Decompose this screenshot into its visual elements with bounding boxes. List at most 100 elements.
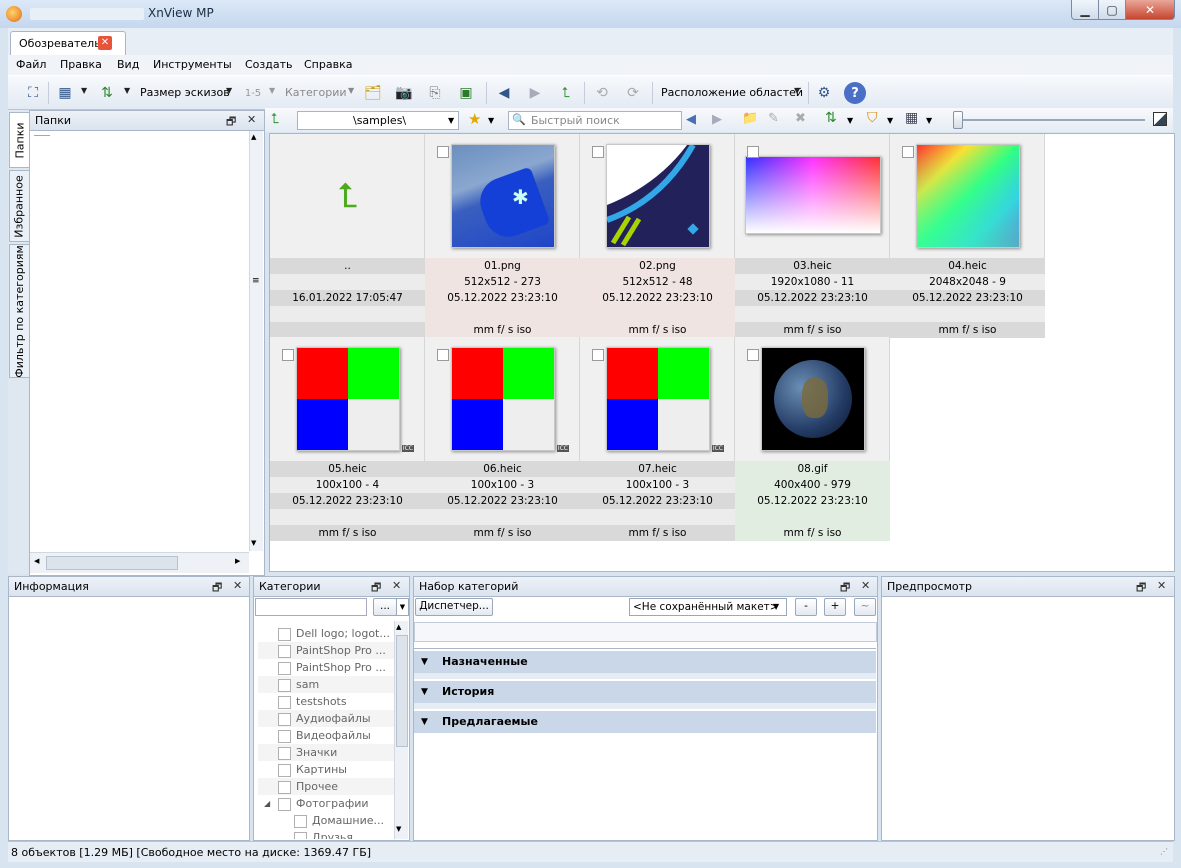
- category-sub-item[interactable]: Домашние...: [274, 812, 409, 829]
- thumbnail-cell[interactable]: 02.png 512x512 - 48 05.12.2022 23:23:10 mm …: [580, 134, 735, 338]
- chevron-down-icon[interactable]: ▼: [269, 86, 275, 95]
- category-checkbox[interactable]: [294, 832, 307, 839]
- section-assigned[interactable]: ▼ Назначенные: [414, 650, 876, 673]
- plus-button[interactable]: +: [824, 598, 846, 616]
- category-item[interactable]: Dell logo; logot...: [258, 625, 408, 642]
- star-icon[interactable]: ★: [468, 110, 481, 128]
- tab-category-filter[interactable]: Фильтр по категориям: [9, 244, 30, 378]
- view-mode-icon[interactable]: ▦: [54, 82, 76, 104]
- float-icon[interactable]: 🗗: [371, 579, 381, 598]
- restore-layout-icon[interactable]: [1153, 112, 1167, 126]
- close-icon[interactable]: ✕: [1157, 579, 1166, 592]
- thumbnail-cell[interactable]: 04.heic 2048x2048 - 9 05.12.2022 23:23:10 m…: [890, 134, 1045, 338]
- forward-icon[interactable]: ▶: [712, 112, 722, 127]
- edit-icon[interactable]: ✎: [768, 111, 779, 126]
- scroll-grip-icon[interactable]: ≡: [252, 276, 260, 286]
- float-icon[interactable]: 🗗: [226, 113, 236, 132]
- delete-icon[interactable]: ✖: [795, 111, 806, 126]
- close-icon[interactable]: ✕: [861, 579, 870, 592]
- camera-icon[interactable]: 📷: [393, 82, 415, 104]
- arrow-left-icon[interactable]: ◀: [493, 82, 515, 104]
- select-checkbox[interactable]: [747, 349, 759, 361]
- menu-tools[interactable]: Инструменты: [153, 58, 232, 71]
- rating-icon[interactable]: 1-5: [242, 82, 264, 104]
- scroll-thumb[interactable]: [396, 635, 408, 747]
- category-checkbox[interactable]: [278, 662, 291, 675]
- filter-icon[interactable]: ⛉: [867, 110, 878, 126]
- folders-horizontal-scrollbar[interactable]: ◀ ▶: [30, 552, 249, 573]
- thumbnail-cell[interactable]: ICC 07.heic 100x100 - 3 05.12.2022 23:23:10…: [580, 337, 735, 541]
- select-checkbox[interactable]: [282, 349, 294, 361]
- category-checkbox[interactable]: [278, 679, 291, 692]
- float-icon[interactable]: 🗗: [212, 579, 222, 598]
- maximize-button[interactable]: ▢: [1098, 0, 1126, 20]
- rotate-left-icon[interactable]: ⟲: [591, 82, 613, 104]
- zoom-slider[interactable]: [960, 119, 1145, 121]
- zoom-slider-handle[interactable]: [953, 111, 963, 129]
- category-item[interactable]: PaintShop Pro ...: [258, 659, 408, 676]
- thumbnail-cell[interactable]: 03.heic 1920x1080 - 11 05.12.2022 23:23:10…: [735, 134, 890, 338]
- chevron-down-icon[interactable]: ▼: [226, 86, 232, 95]
- slideshow-icon[interactable]: ▣: [455, 82, 477, 104]
- chevron-down-icon[interactable]: ▼: [887, 116, 893, 125]
- chevron-down-icon[interactable]: ▼: [124, 86, 130, 95]
- tab-browser[interactable]: Обозреватель ✕: [10, 31, 126, 56]
- section-history[interactable]: ▼ История: [414, 680, 876, 703]
- path-input[interactable]: \samples\ ▼: [297, 111, 459, 130]
- category-checkbox[interactable]: [278, 764, 291, 777]
- rotate-right-icon[interactable]: ⟳: [622, 82, 644, 104]
- tab-close-icon[interactable]: ✕: [98, 36, 112, 50]
- chevron-down-icon[interactable]: ▼: [794, 86, 800, 95]
- category-checkbox[interactable]: [294, 815, 307, 828]
- fullscreen-icon[interactable]: ⛶: [22, 82, 44, 104]
- categories-button[interactable]: Категории: [285, 86, 347, 99]
- category-checkbox[interactable]: [278, 781, 291, 794]
- view-mode-icon[interactable]: ▦: [905, 110, 918, 126]
- menu-view[interactable]: Вид: [117, 58, 139, 71]
- select-checkbox[interactable]: [902, 146, 914, 158]
- category-checkbox[interactable]: [278, 628, 291, 641]
- close-icon[interactable]: ✕: [233, 579, 242, 592]
- menu-edit[interactable]: Правка: [60, 58, 102, 71]
- expand-icon[interactable]: ◢: [264, 795, 270, 812]
- arrow-up-icon[interactable]: ⮤: [555, 82, 577, 104]
- select-checkbox[interactable]: [592, 146, 604, 158]
- category-scrollbar[interactable]: ▲ ▼: [394, 621, 408, 839]
- scroll-up-icon[interactable]: ▲: [251, 133, 256, 141]
- convert-icon[interactable]: ⎘: [424, 82, 446, 104]
- scroll-thumb[interactable]: [46, 556, 178, 570]
- category-item[interactable]: Видеофайлы: [258, 727, 408, 744]
- section-suggested[interactable]: ▼ Предлагаемые: [414, 710, 876, 733]
- scroll-right-icon[interactable]: ▶: [235, 557, 240, 565]
- category-checkbox[interactable]: [278, 696, 291, 709]
- category-checkbox[interactable]: [278, 730, 291, 743]
- category-item[interactable]: sam: [258, 676, 408, 693]
- help-icon[interactable]: ?: [844, 82, 866, 104]
- chevron-down-icon[interactable]: ▼: [448, 116, 454, 125]
- category-sub-item[interactable]: Друзья: [274, 829, 409, 839]
- sort-icon[interactable]: ⇅: [96, 82, 118, 104]
- menu-file[interactable]: Файл: [16, 58, 46, 71]
- resize-grip-icon[interactable]: ⋰: [1160, 847, 1168, 856]
- select-checkbox[interactable]: [747, 146, 759, 158]
- float-icon[interactable]: 🗗: [840, 579, 850, 598]
- category-checkbox[interactable]: [278, 747, 291, 760]
- category-checkbox[interactable]: [278, 798, 291, 811]
- search-input[interactable]: 🔍 Быстрый поиск: [508, 111, 682, 130]
- thumb-size-button[interactable]: Размер эскизов: [140, 86, 230, 99]
- category-item[interactable]: PaintShop Pro ...: [258, 642, 408, 659]
- select-checkbox[interactable]: [592, 349, 604, 361]
- chevron-down-icon[interactable]: ▼: [488, 116, 494, 125]
- tilde-button[interactable]: ~: [854, 598, 876, 616]
- close-button[interactable]: ✕: [1125, 0, 1175, 20]
- select-checkbox[interactable]: [437, 349, 449, 361]
- scroll-down-icon[interactable]: ▼: [396, 825, 401, 833]
- menu-create[interactable]: Создать: [245, 58, 293, 71]
- scroll-up-icon[interactable]: ▲: [396, 623, 401, 631]
- thumbnail-cell[interactable]: 08.gif 400x400 - 979 05.12.2022 23:23:10 mm…: [735, 337, 890, 541]
- thumbnail-cell[interactable]: ⮤.. 16.01.2022 17:05:47: [270, 134, 425, 338]
- category-item[interactable]: Картины: [258, 761, 408, 778]
- close-icon[interactable]: ✕: [392, 579, 401, 592]
- folders-vertical-scrollbar[interactable]: ▲ ≡ ▼: [249, 131, 263, 551]
- float-icon[interactable]: 🗗: [1136, 579, 1146, 598]
